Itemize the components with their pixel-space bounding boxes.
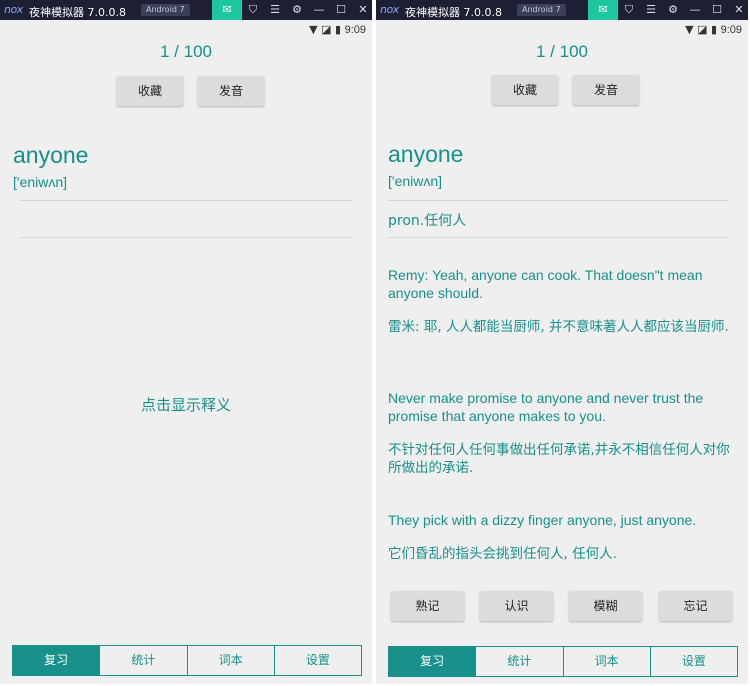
wifi-icon: ▼ bbox=[685, 23, 694, 36]
pronounce-button[interactable]: 发音 bbox=[573, 75, 639, 105]
emulator-title: 夜神模拟器 7.0.0.8 bbox=[405, 6, 502, 19]
status-time: 9:09 bbox=[344, 24, 366, 36]
bottom-tab-bar: 复习 统计 词本 设置 bbox=[388, 646, 738, 677]
card-counter: 1 / 100 bbox=[536, 42, 588, 61]
example-zh: 不针对任何人任何事做出任何承诺,并永不相信任何人对你所做出的承诺. bbox=[388, 442, 730, 476]
signal-icon: ◪ bbox=[697, 23, 708, 36]
example-zh: 雷米: 耶, 人人都能当厨师, 并不意味著人人都应该当厨师. bbox=[388, 319, 729, 335]
maximize-icon[interactable]: ☐ bbox=[334, 3, 348, 17]
rate-vague-button[interactable]: 模糊 bbox=[569, 591, 642, 621]
nox-logo: nox bbox=[380, 3, 399, 16]
minimize-icon[interactable]: — bbox=[312, 3, 326, 17]
status-icons: ▼ ◪ ▮ 9:09 bbox=[685, 23, 742, 36]
tab-stats[interactable]: 统计 bbox=[476, 647, 564, 676]
signal-icon: ◪ bbox=[321, 23, 332, 36]
gear-icon[interactable]: ⚙ bbox=[666, 3, 680, 17]
card-counter: 1 / 100 bbox=[160, 42, 212, 61]
divider bbox=[20, 200, 352, 201]
tab-wordbook[interactable]: 词本 bbox=[188, 646, 275, 675]
divider bbox=[388, 237, 728, 238]
menu-icon[interactable]: ☰ bbox=[644, 3, 658, 17]
word-title: anyone bbox=[13, 142, 89, 168]
tab-stats[interactable]: 统计 bbox=[100, 646, 188, 675]
favorite-button[interactable]: 收藏 bbox=[117, 76, 183, 106]
favorite-button[interactable]: 收藏 bbox=[492, 75, 558, 105]
android-statusbar: ▼ ◪ ▮ 9:09 bbox=[376, 20, 748, 42]
tab-review[interactable]: 复习 bbox=[13, 646, 101, 675]
example-en: They pick with a dizzy finger anyone, ju… bbox=[388, 512, 697, 528]
rate-known-button[interactable]: 熟记 bbox=[391, 591, 464, 621]
close-icon[interactable]: ✕ bbox=[732, 3, 746, 17]
wifi-icon: ▼ bbox=[309, 23, 318, 36]
tab-settings[interactable]: 设置 bbox=[275, 646, 361, 675]
emulator-window-right: nox 夜神模拟器 7.0.0.8 Android 7 ✉ ⛉ ☰ ⚙ — ☐ … bbox=[376, 0, 748, 684]
close-icon[interactable]: ✕ bbox=[356, 3, 370, 17]
bottom-tab-bar: 复习 统计 词本 设置 bbox=[12, 645, 362, 676]
maximize-icon[interactable]: ☐ bbox=[710, 3, 724, 17]
rate-recognized-button[interactable]: 认识 bbox=[480, 591, 553, 621]
tab-settings[interactable]: 设置 bbox=[651, 647, 737, 676]
android-version-badge: Android 7 bbox=[141, 4, 190, 16]
android-version-badge: Android 7 bbox=[517, 4, 566, 16]
minimize-icon[interactable]: — bbox=[688, 3, 702, 17]
example-en: Never make promise to anyone and never t… bbox=[388, 390, 704, 424]
android-statusbar: ▼ ◪ ▮ 9:09 bbox=[0, 20, 372, 42]
divider bbox=[388, 200, 728, 201]
keyboard-mode-button[interactable]: ✉ bbox=[588, 0, 618, 20]
keyboard-icon: ✉ bbox=[598, 3, 608, 16]
word-title: anyone bbox=[388, 141, 464, 167]
tab-review[interactable]: 复习 bbox=[389, 647, 477, 676]
status-time: 9:09 bbox=[720, 24, 742, 36]
example-zh: 它们昏乱的指头会挑到任何人, 任何人. bbox=[388, 546, 617, 562]
keyboard-mode-button[interactable]: ✉ bbox=[212, 0, 242, 20]
divider bbox=[20, 237, 352, 238]
shirt-icon[interactable]: ⛉ bbox=[246, 3, 260, 17]
menu-icon[interactable]: ☰ bbox=[268, 3, 282, 17]
word-phonetic: ['eniwʌn] bbox=[388, 173, 443, 189]
nox-logo: nox bbox=[4, 3, 23, 16]
rate-forgot-button[interactable]: 忘记 bbox=[659, 591, 732, 621]
example-en: Remy: Yeah, anyone can cook. That doesn"… bbox=[388, 267, 703, 301]
reveal-meaning-button[interactable]: 点击显示释义 bbox=[0, 394, 372, 415]
battery-icon: ▮ bbox=[335, 23, 342, 36]
battery-icon: ▮ bbox=[711, 23, 718, 36]
word-definition: pron.任何人 bbox=[388, 213, 467, 229]
pronounce-button[interactable]: 发音 bbox=[198, 76, 264, 106]
emulator-title: 夜神模拟器 7.0.0.8 bbox=[29, 6, 126, 19]
word-phonetic: ['eniwʌn] bbox=[13, 174, 68, 190]
emulator-titlebar: nox 夜神模拟器 7.0.0.8 Android 7 ✉ ⛉ ☰ ⚙ — ☐ … bbox=[0, 0, 372, 20]
keyboard-icon: ✉ bbox=[222, 3, 232, 16]
gear-icon[interactable]: ⚙ bbox=[290, 3, 304, 17]
emulator-window-left: nox 夜神模拟器 7.0.0.8 Android 7 ✉ ⛉ ☰ ⚙ — ☐ … bbox=[0, 0, 372, 684]
tab-wordbook[interactable]: 词本 bbox=[564, 647, 651, 676]
shirt-icon[interactable]: ⛉ bbox=[622, 3, 636, 17]
emulator-titlebar: nox 夜神模拟器 7.0.0.8 Android 7 ✉ ⛉ ☰ ⚙ — ☐ … bbox=[376, 0, 748, 20]
status-icons: ▼ ◪ ▮ 9:09 bbox=[309, 23, 366, 36]
